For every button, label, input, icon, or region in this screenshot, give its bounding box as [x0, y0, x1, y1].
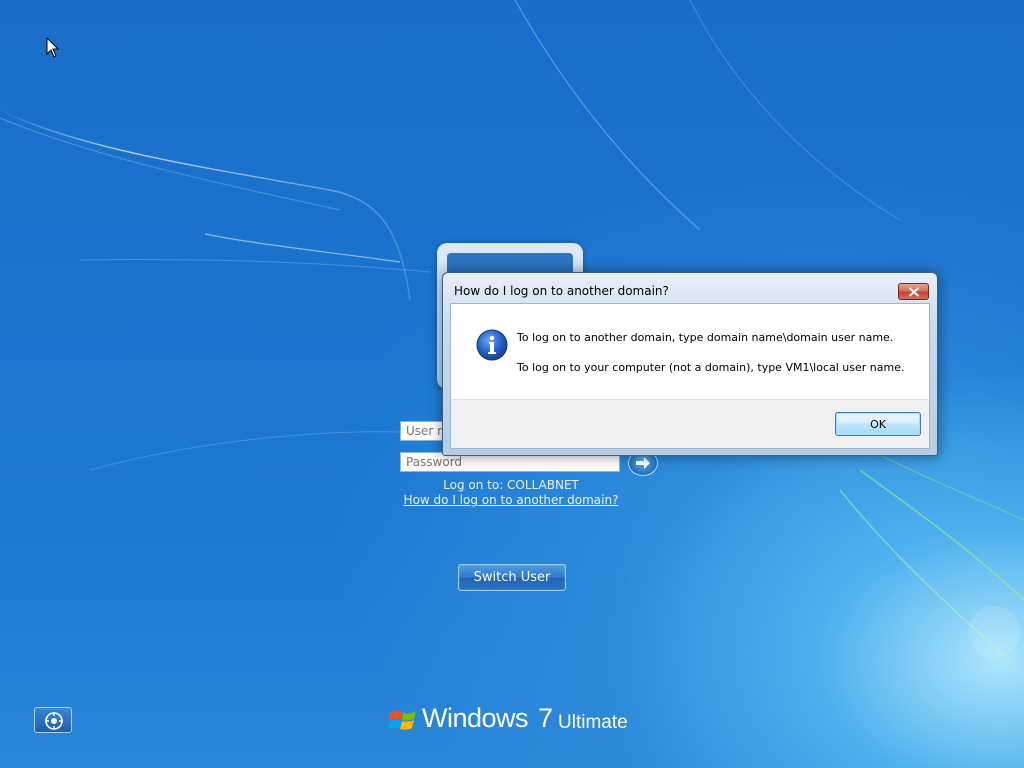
dialog-message-line-1: To log on to another domain, type domain…: [517, 331, 894, 344]
dialog-close-button[interactable]: [898, 283, 929, 300]
ease-of-access-icon: [45, 712, 63, 730]
logon-to-label: Log on to: COLLABNET: [443, 478, 579, 492]
domain-help-dialog: How do I log on to another domain? To lo…: [442, 272, 938, 456]
domain-help-link[interactable]: How do I log on to another domain?: [400, 493, 622, 507]
dialog-title: How do I log on to another domain?: [454, 284, 669, 298]
close-icon: [908, 287, 920, 297]
arrow-right-icon: [636, 457, 650, 469]
dialog-body: To log on to another domain, type domain…: [450, 303, 930, 399]
switch-user-button[interactable]: Switch User: [458, 564, 566, 591]
logon-screen: Log on to: COLLABNET How do I log on to …: [0, 0, 1024, 768]
brand-product: Windows: [422, 703, 529, 733]
dialog-footer: OK: [450, 399, 930, 449]
ok-button[interactable]: OK: [835, 412, 921, 436]
dialog-message-line-2: To log on to your computer (not a domain…: [517, 361, 905, 374]
windows-branding: Windows 7 Ultimate: [388, 703, 648, 743]
ease-of-access-button[interactable]: [34, 707, 72, 733]
windows-flag-icon: [388, 710, 416, 730]
brand-version: 7: [538, 703, 554, 733]
brand-edition: Ultimate: [558, 712, 628, 733]
mouse-cursor-icon: [46, 37, 60, 58]
info-icon: [476, 329, 508, 361]
